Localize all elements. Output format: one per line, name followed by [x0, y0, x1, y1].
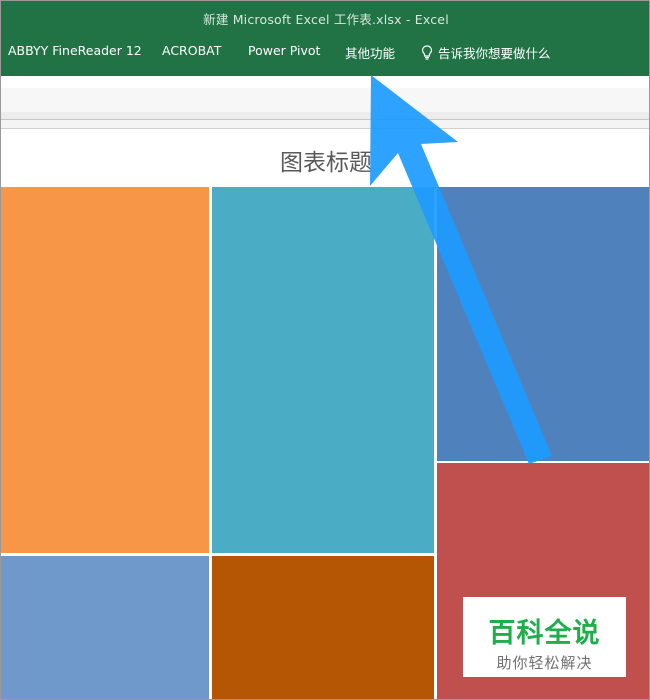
watermark-badge: 百科全说 助你轻松解决 [463, 597, 626, 677]
tab-acrobat[interactable]: ACROBAT [162, 43, 221, 58]
window-title: 新建 Microsoft Excel 工作表.xlsx - Excel [203, 12, 449, 27]
chart-title[interactable]: 图表标题 [1, 143, 649, 177]
treemap-tile-steel-blue[interactable] [437, 187, 649, 461]
lightbulb-icon [421, 45, 433, 60]
watermark-sub-text: 助你轻松解决 [496, 654, 593, 672]
excel-window: 新建 Microsoft Excel 工作表.xlsx - Excel ABBY… [0, 0, 650, 700]
treemap-tile-orange[interactable] [1, 187, 209, 553]
title-bar: 新建 Microsoft Excel 工作表.xlsx - Excel ABBY… [1, 1, 649, 76]
formula-bar[interactable] [1, 88, 649, 113]
column-header-strip [1, 112, 649, 120]
treemap-tile-teal[interactable] [212, 187, 434, 553]
treemap-tile-brown[interactable] [212, 556, 434, 699]
row-strip [1, 120, 649, 129]
treemap-tile-light-blue[interactable] [1, 556, 209, 699]
watermark-main-text: 百科全说 [488, 618, 601, 649]
tab-power-pivot[interactable]: Power Pivot [248, 43, 320, 58]
tab-other-functions[interactable]: 其他功能 [345, 43, 395, 62]
tell-me-label: 告诉我你想要做什么 [438, 46, 551, 61]
tab-abbyy-finereader[interactable]: ABBYY FineReader 12 [8, 43, 142, 58]
tell-me-search[interactable]: 告诉我你想要做什么 [421, 43, 551, 62]
